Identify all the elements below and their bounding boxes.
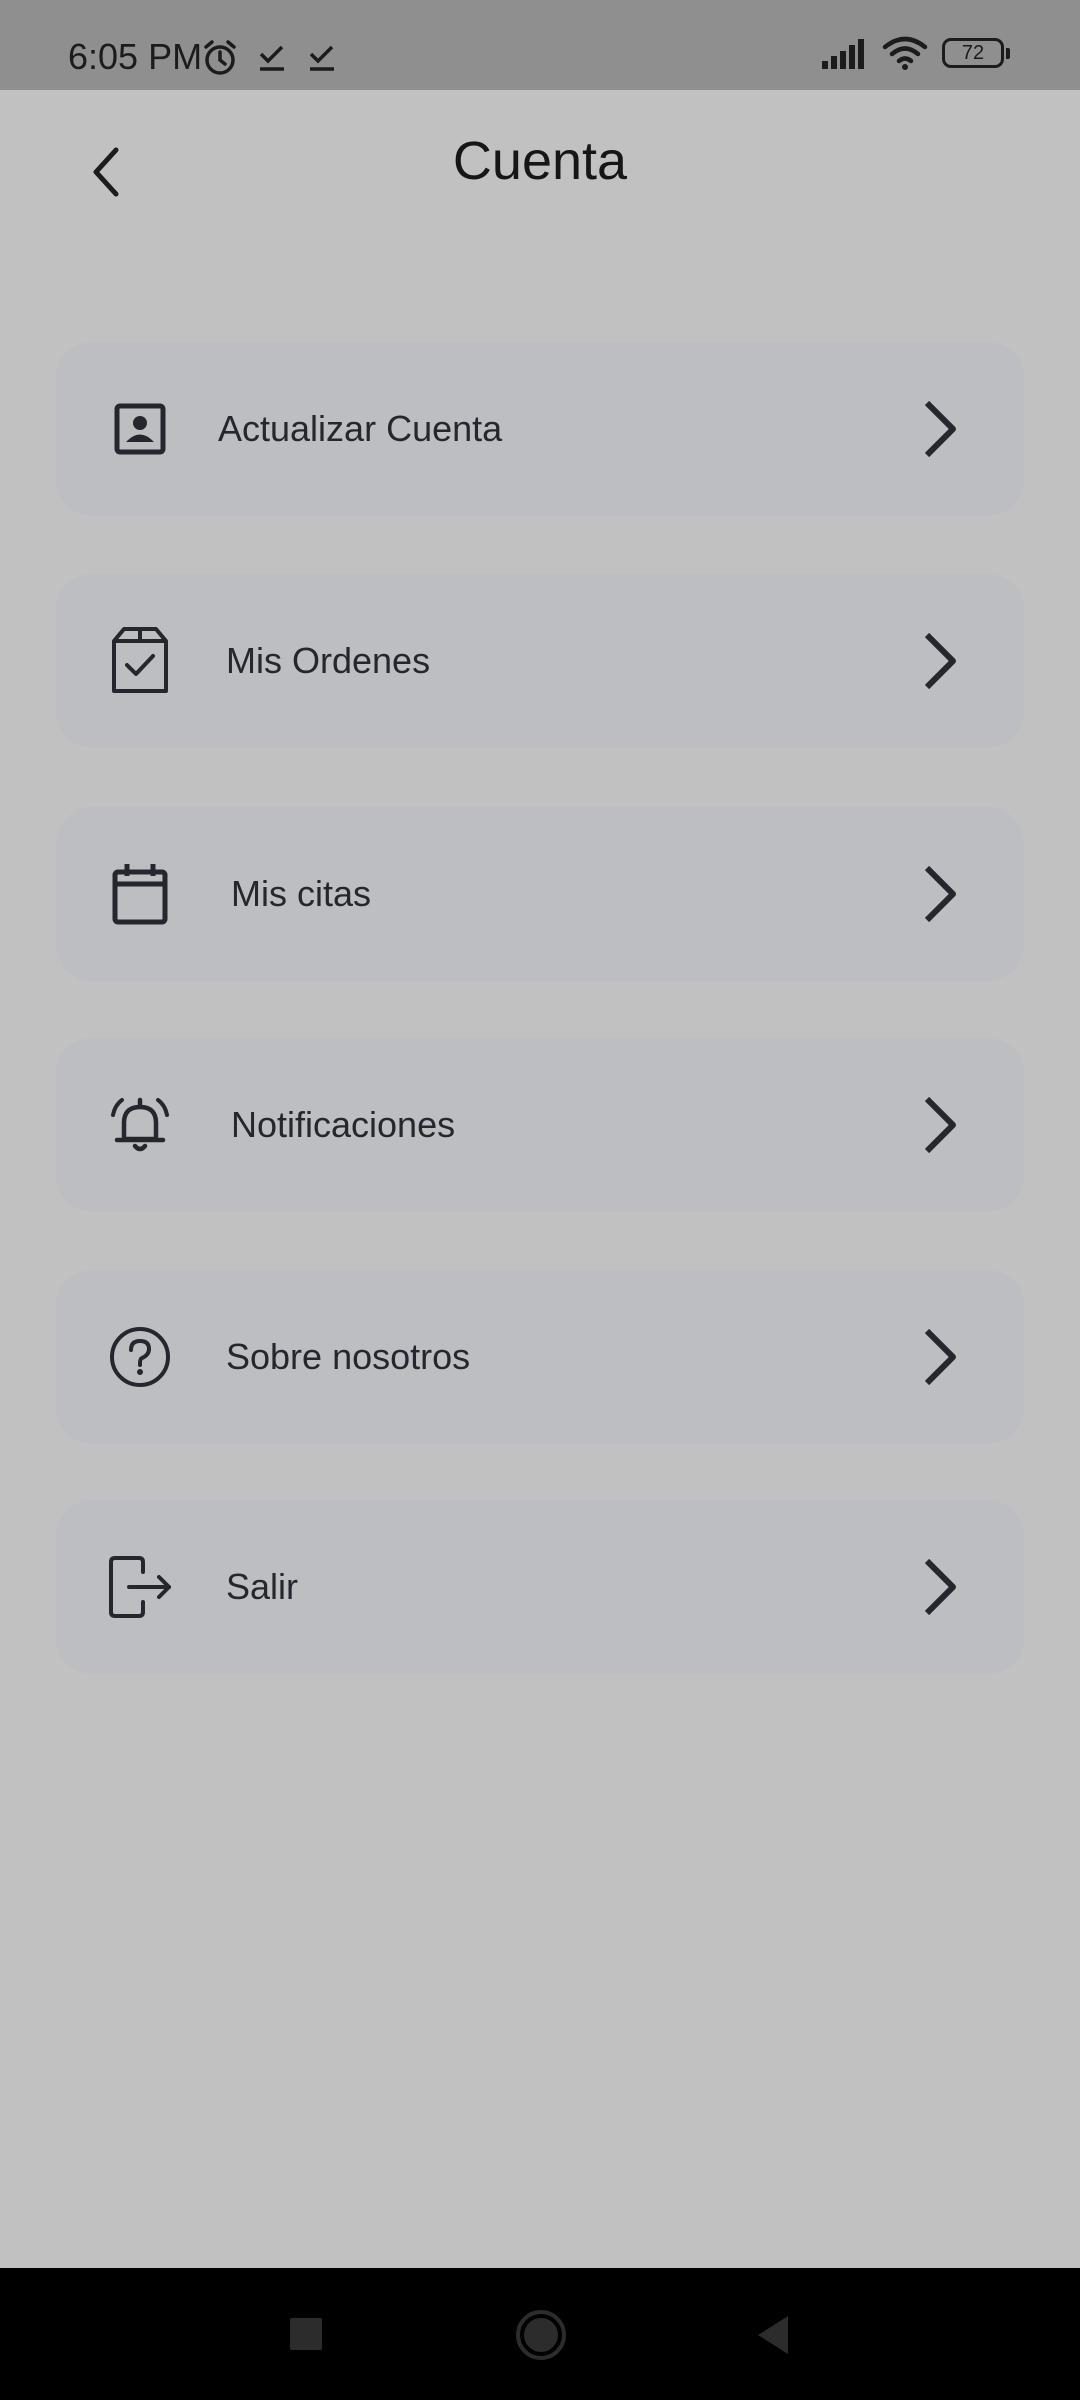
menu-item-mis-citas[interactable]: Mis citas	[56, 807, 1024, 981]
menu-item-label: Salir	[226, 1566, 299, 1607]
box-check-icon	[104, 625, 176, 697]
status-right-icons: 72	[820, 36, 1010, 70]
chevron-right-icon	[914, 1325, 964, 1389]
menu-item-mis-ordenes[interactable]: Mis Ordenes	[56, 574, 1024, 748]
recents-square-icon[interactable]	[284, 2312, 330, 2358]
chevron-right-icon	[914, 1093, 964, 1157]
header: Cuenta	[0, 90, 1080, 240]
menu-item-label: Notificaciones	[231, 1104, 456, 1145]
chevron-right-icon	[914, 862, 964, 926]
question-circle-icon	[104, 1321, 176, 1393]
menu-item-salir[interactable]: Salir	[56, 1500, 1024, 1674]
menu-item-notificaciones[interactable]: Notificaciones	[56, 1038, 1024, 1212]
status-left-icons	[200, 38, 340, 78]
back-triangle-icon[interactable]	[752, 2312, 798, 2358]
signal-icon	[820, 37, 868, 69]
chevron-right-icon	[914, 1555, 964, 1619]
bell-ringing-icon	[104, 1089, 176, 1161]
calendar-icon	[104, 858, 176, 930]
check-icon	[254, 38, 290, 78]
chevron-right-icon	[914, 629, 964, 693]
status-time: 6:05 PM	[68, 36, 203, 77]
home-circle-icon[interactable]	[514, 2308, 568, 2362]
status-bar: 6:05 PM 72	[0, 0, 1080, 90]
page-title: Cuenta	[452, 131, 628, 191]
menu-item-sobre-nosotros[interactable]: Sobre nosotros	[56, 1270, 1024, 1444]
system-nav-bar	[0, 2268, 1080, 2400]
battery-level: 72	[961, 42, 985, 64]
battery-icon: 72	[942, 38, 1010, 68]
menu-item-actualizar-cuenta[interactable]: Actualizar Cuenta	[56, 342, 1024, 516]
menu-item-label: Mis Ordenes	[226, 640, 431, 681]
menu-item-label: Sobre nosotros	[226, 1336, 471, 1377]
menu-item-label: Actualizar Cuenta	[218, 408, 503, 449]
wifi-icon	[882, 36, 928, 70]
contact-card-icon	[104, 393, 176, 465]
alarm-icon	[200, 38, 240, 78]
check-icon	[304, 38, 340, 78]
menu-item-label: Mis citas	[231, 873, 372, 914]
chevron-right-icon	[914, 397, 964, 461]
logout-icon	[104, 1551, 176, 1623]
